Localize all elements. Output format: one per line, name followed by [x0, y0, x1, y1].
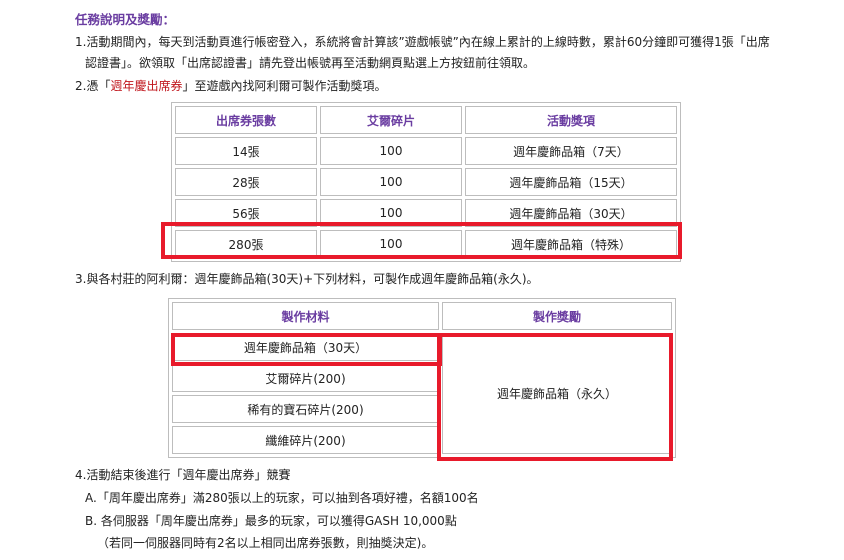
cell-material: 艾爾碎片(200) — [172, 364, 439, 392]
col-header-fragments: 艾爾碎片 — [320, 106, 462, 134]
rule-3: 3.與各村莊的阿利爾：週年慶飾品箱(30天)+下列材料，可製作成週年慶飾品箱(永… — [75, 272, 539, 286]
rule-2-prefix: 2.憑「 — [75, 79, 111, 93]
highlight-box-280 — [161, 222, 682, 259]
rule-1-line-2: 認證書」。欲領取「出席認證書」請先登出帳號再至活動網頁點選上方按鈕前往領取。 — [85, 56, 536, 70]
cell-material: 稀有的寶石碎片(200) — [172, 395, 439, 423]
ticket-name-highlight: 週年慶出席券 — [110, 79, 183, 93]
cell-fragments: 100 — [320, 168, 462, 196]
col-header-crafting-reward: 製作獎勵 — [442, 302, 672, 330]
highlight-box-material — [171, 333, 442, 366]
cell-fragments: 100 — [320, 137, 462, 165]
table-row: 28張 100 週年慶飾品箱（15天） — [175, 168, 677, 196]
col-header-tickets: 出席券張數 — [175, 106, 317, 134]
col-header-reward: 活動獎項 — [465, 106, 677, 134]
rule-4-a: A.「周年慶出席券」滿280張以上的玩家，可以抽到各項好禮，名額100名 — [85, 491, 479, 505]
cell-material: 纖維碎片(200) — [172, 426, 439, 454]
col-header-materials: 製作材料 — [172, 302, 439, 330]
rule-4: 4.活動結束後進行「週年慶出席券」競賽 — [75, 468, 291, 482]
rule-2-suffix: 」至遊戲內找阿利爾可製作活動獎項。 — [182, 79, 387, 93]
section-title: 任務說明及獎勵： — [75, 12, 176, 27]
cell-tickets: 28張 — [175, 168, 317, 196]
rule-1-line-1: 1.活動期間內，每天到活動頁進行帳密登入，系統將會計算該”遊戲帳號”內在線上累計… — [75, 35, 770, 49]
rule-4-b: B. 各伺服器「周年慶出席券」最多的玩家，可以獲得GASH 10,000點 — [85, 514, 457, 528]
cell-tickets: 14張 — [175, 137, 317, 165]
cell-reward: 週年慶飾品箱（7天） — [465, 137, 677, 165]
rule-4-note: （若同一伺服器同時有2名以上相同出席券張數，則抽獎決定)。 — [97, 536, 434, 550]
highlight-box-reward — [437, 333, 673, 461]
table-row: 14張 100 週年慶飾品箱（7天） — [175, 137, 677, 165]
cell-reward: 週年慶飾品箱（15天） — [465, 168, 677, 196]
rule-2: 2.憑「週年慶出席券」至遊戲內找阿利爾可製作活動獎項。 — [75, 77, 386, 94]
